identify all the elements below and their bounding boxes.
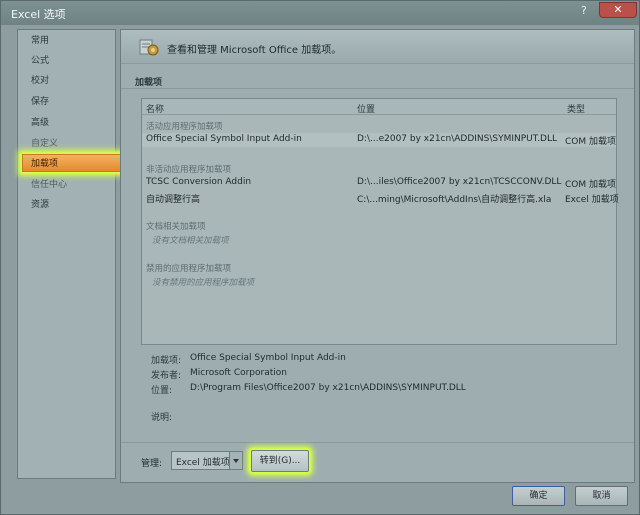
panel-header: 查看和管理 Microsoft Office 加载项。 — [121, 30, 634, 64]
title-bar[interactable]: Excel 选项 ? ✕ — [1, 1, 639, 25]
sidebar-item-formulas[interactable]: 公式 — [18, 52, 115, 70]
table-row[interactable]: Office Special Symbol Input Add-in D:\..… — [142, 133, 616, 147]
addins-intro-text: 查看和管理 Microsoft Office 加载项。 — [167, 45, 342, 56]
options-sidebar: 常用 公式 校对 保存 高级 自定义 加载项 信任中心 资源 — [17, 29, 130, 479]
excel-options-dialog: Excel 选项 ? ✕ 常用 公式 校对 保存 高级 自定义 加载项 信任中心… — [0, 0, 640, 515]
sidebar-item-customize[interactable]: 自定义 — [18, 135, 115, 153]
column-header-type[interactable]: 类型 — [567, 102, 585, 115]
detail-description-label: 说明: — [151, 413, 173, 423]
sidebar-item-addins[interactable]: 加载项 — [22, 154, 130, 172]
sidebar-item-trust-center[interactable]: 信任中心 — [18, 176, 115, 194]
section-title-addins: 加载项 — [135, 78, 163, 88]
column-header-location[interactable]: 位置 — [357, 102, 375, 115]
column-header-name[interactable]: 名称 — [146, 102, 164, 115]
row-location: D:\...e2007 by x21cn\ADDINS\SYMINPUT.DLL — [357, 134, 558, 144]
ok-button[interactable]: 确定 — [512, 486, 565, 506]
group-header-document: 文档相关加载项 — [146, 222, 206, 232]
group-header-inactive: 非活动应用程序加载项 — [146, 165, 232, 175]
table-row[interactable]: 自动调整行高 C:\...ming\Microsoft\AddIns\自动调整行… — [142, 191, 619, 205]
help-icon[interactable]: ? — [581, 4, 593, 18]
manage-label: 管理: — [141, 459, 163, 469]
row-type: Excel 加载项 — [565, 195, 619, 205]
detail-publisher-label: 发布者: — [151, 371, 182, 381]
row-type: COM 加载项 — [565, 137, 616, 147]
sidebar-item-resources[interactable]: 资源 — [18, 196, 115, 214]
sidebar-item-save[interactable]: 保存 — [18, 93, 115, 111]
table-row[interactable]: TCSC Conversion Addin D:\...iles\Office2… — [142, 176, 616, 190]
close-button[interactable]: ✕ — [599, 2, 637, 18]
cancel-button[interactable]: 取消 — [575, 486, 628, 506]
row-name: TCSC Conversion Addin — [146, 177, 252, 187]
addins-panel: 查看和管理 Microsoft Office 加载项。 加载项 名称 位置 类型… — [120, 29, 635, 483]
chevron-down-icon[interactable] — [229, 452, 242, 469]
row-name: Office Special Symbol Input Add-in — [146, 134, 302, 144]
row-location: D:\...iles\Office2007 by x21cn\TCSCCONV.… — [357, 177, 562, 187]
addins-table[interactable]: 名称 位置 类型 活动应用程序加载项 Office Special Symbol… — [141, 98, 619, 345]
manage-dropdown-value: Excel 加载项 — [176, 458, 230, 468]
detail-location-value: D:\Program Files\Office2007 by x21cn\ADD… — [190, 383, 466, 393]
row-type: COM 加载项 — [565, 180, 616, 190]
sidebar-item-popular[interactable]: 常用 — [18, 32, 115, 50]
manage-divider — [121, 442, 634, 443]
group-header-disabled: 禁用的应用程序加载项 — [146, 264, 232, 274]
table-header: 名称 位置 类型 — [142, 99, 616, 115]
sidebar-item-advanced[interactable]: 高级 — [18, 114, 115, 132]
detail-addin-value: Office Special Symbol Input Add-in — [190, 353, 346, 363]
detail-location-label: 位置: — [151, 386, 173, 396]
row-name: 自动调整行高 — [146, 195, 201, 205]
manage-dropdown[interactable]: Excel 加载项 — [171, 451, 243, 470]
window-title: Excel 选项 — [11, 8, 66, 21]
document-empty-text: 没有文档相关加载项 — [152, 236, 229, 246]
group-header-active: 活动应用程序加载项 — [146, 122, 223, 132]
goto-button[interactable]: 转到(G)... — [251, 450, 309, 472]
section-divider — [121, 88, 634, 89]
sidebar-item-proofing[interactable]: 校对 — [18, 72, 115, 90]
row-location: C:\...ming\Microsoft\AddIns\自动调整行高.xla — [357, 195, 552, 205]
disabled-empty-text: 没有禁用的应用程序加载项 — [152, 278, 255, 288]
detail-addin-label: 加载项: — [151, 356, 182, 366]
gear-addins-icon — [139, 39, 159, 56]
detail-publisher-value: Microsoft Corporation — [190, 368, 287, 378]
